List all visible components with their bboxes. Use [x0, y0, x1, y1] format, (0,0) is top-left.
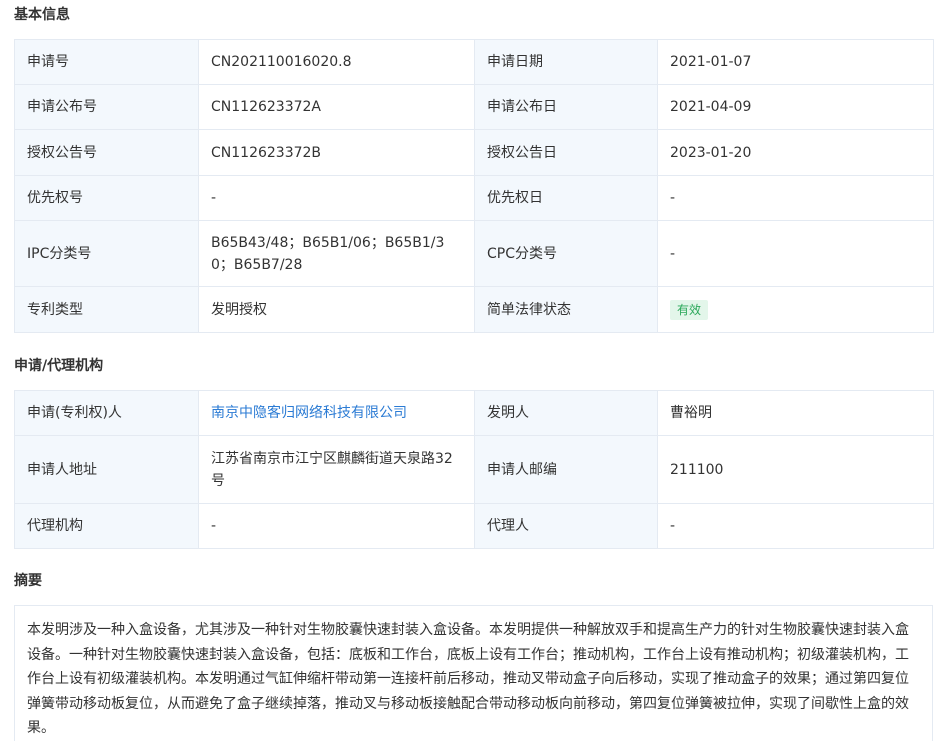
patent-detail-page: 基本信息 申请号 CN202110016020.8 申请日期 2021-01-0… [0, 0, 936, 741]
legal-status-label: 简单法律状态 [474, 286, 658, 333]
priority-date-label: 优先权日 [474, 175, 658, 221]
applicant-address-label: 申请人地址 [14, 435, 199, 504]
basic-info-table: 申请号 CN202110016020.8 申请日期 2021-01-07 申请公… [14, 39, 934, 333]
table-row: 申请(专利权)人 南京中隐客归网络科技有限公司 发明人 曹裕明 [14, 390, 934, 436]
abstract-text: 本发明涉及一种入盒设备，尤其涉及一种针对生物胶囊快速封装入盒设备。本发明提供一种… [14, 605, 933, 741]
table-row: 授权公告号 CN112623372B 授权公告日 2023-01-20 [14, 129, 934, 176]
table-row: 申请号 CN202110016020.8 申请日期 2021-01-07 [14, 39, 934, 85]
table-row: 申请人地址 江苏省南京市江宁区麒麟街道天泉路32号 申请人邮编 211100 [14, 435, 934, 504]
inventor-label: 发明人 [474, 390, 658, 436]
agent-value: - [657, 503, 934, 549]
application-date-label: 申请日期 [474, 39, 658, 85]
applicant-cell: 南京中隐客归网络科技有限公司 [198, 390, 475, 436]
table-row: 代理机构 - 代理人 - [14, 503, 934, 549]
grant-date-value: 2023-01-20 [657, 129, 934, 176]
applicant-postcode-value: 211100 [657, 435, 934, 504]
applicant-postcode-label: 申请人邮编 [474, 435, 658, 504]
grant-date-label: 授权公告日 [474, 129, 658, 176]
priority-number-value: - [198, 175, 475, 221]
patent-type-label: 专利类型 [14, 286, 199, 333]
application-number-label: 申请号 [14, 39, 199, 85]
inventor-value: 曹裕明 [657, 390, 934, 436]
abstract-title: 摘要 [14, 573, 42, 589]
legal-status-badge: 有效 [670, 299, 709, 320]
table-row: 优先权号 - 优先权日 - [14, 175, 934, 221]
table-row: 申请公布号 CN112623372A 申请公布日 2021-04-09 [14, 84, 934, 130]
agency-table: 申请(专利权)人 南京中隐客归网络科技有限公司 发明人 曹裕明 申请人地址 江苏… [14, 390, 934, 549]
ipc-class-value: B65B43/48；B65B1/06；B65B1/30；B65B7/28 [198, 220, 475, 287]
patent-type-value: 发明授权 [198, 286, 475, 333]
cpc-class-label: CPC分类号 [474, 220, 658, 287]
agency-label: 代理机构 [14, 503, 199, 549]
publication-date-value: 2021-04-09 [657, 84, 934, 130]
grant-number-value: CN112623372B [198, 129, 475, 176]
application-date-value: 2021-01-07 [657, 39, 934, 85]
grant-number-label: 授权公告号 [14, 129, 199, 176]
publication-date-label: 申请公布日 [474, 84, 658, 130]
applicant-label: 申请(专利权)人 [14, 390, 199, 436]
table-row: 专利类型 发明授权 简单法律状态 有效 [14, 286, 934, 333]
agency-title: 申请/代理机构 [14, 358, 104, 374]
cpc-class-value: - [657, 220, 934, 287]
basic-info-title: 基本信息 [14, 7, 70, 23]
application-number-value: CN202110016020.8 [198, 39, 475, 85]
priority-date-value: - [657, 175, 934, 221]
applicant-address-value: 江苏省南京市江宁区麒麟街道天泉路32号 [198, 435, 475, 504]
table-row: IPC分类号 B65B43/48；B65B1/06；B65B1/30；B65B7… [14, 220, 934, 287]
publication-number-value: CN112623372A [198, 84, 475, 130]
applicant-link[interactable]: 南京中隐客归网络科技有限公司 [211, 405, 407, 421]
ipc-class-label: IPC分类号 [14, 220, 199, 287]
priority-number-label: 优先权号 [14, 175, 199, 221]
legal-status-cell: 有效 [657, 286, 934, 333]
publication-number-label: 申请公布号 [14, 84, 199, 130]
agency-value: - [198, 503, 475, 549]
agent-label: 代理人 [474, 503, 658, 549]
